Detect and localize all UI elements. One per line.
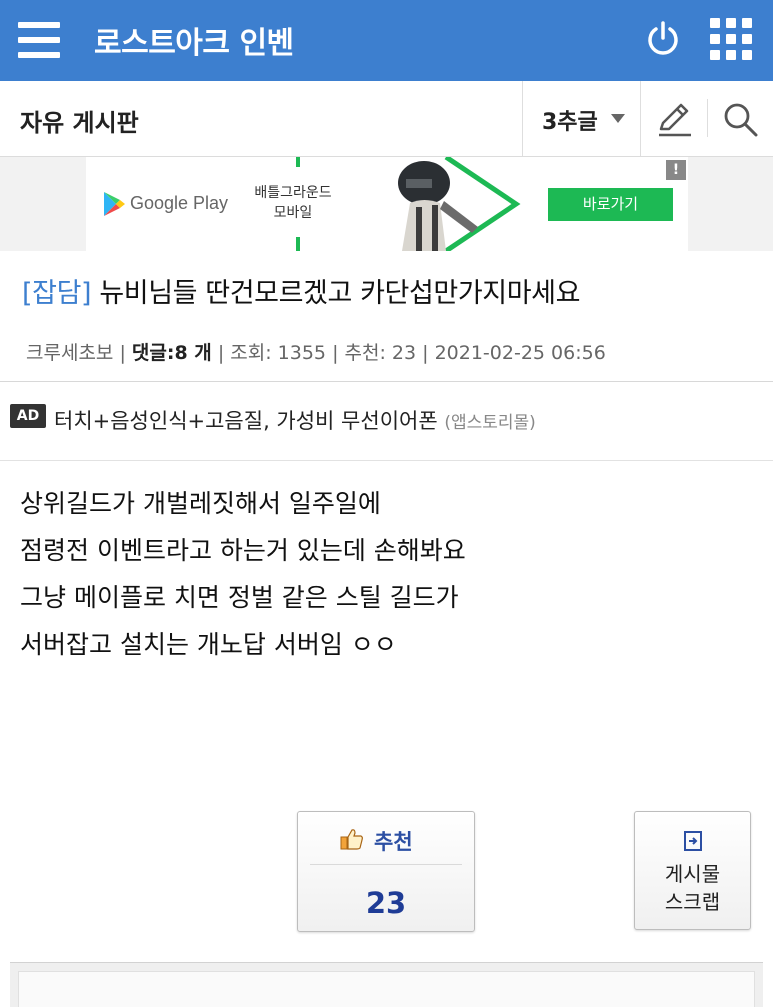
- pencil-icon[interactable]: [655, 99, 695, 139]
- app-header: 로스트아크 인벤: [0, 0, 773, 81]
- app-title[interactable]: 로스트아크 인벤: [94, 18, 294, 62]
- caret-down-icon: [611, 114, 625, 123]
- post-meta: 크루세초보 | 댓글:8 개 | 조회: 1355 | 추천: 23 | 202…: [26, 342, 606, 364]
- grid-apps-icon[interactable]: [710, 18, 752, 60]
- post-author[interactable]: 크루세초보: [26, 342, 113, 364]
- view-count: 조회: 1355: [230, 342, 327, 364]
- scrap-icon: [684, 831, 702, 851]
- board-bar: 자유 게시판 3추글: [0, 81, 773, 157]
- scrap-label: 게시물 스크랩: [635, 860, 750, 916]
- search-icon[interactable]: [720, 99, 760, 139]
- recommend-header: 추천: [298, 812, 474, 864]
- divider: [640, 81, 641, 156]
- post-datetime: 2021-02-25 06:56: [434, 342, 606, 364]
- banner-cta-button[interactable]: 바로가기: [548, 188, 673, 221]
- game-title: 배틀그라운드 모바일: [238, 183, 348, 223]
- post-body-line: 그냥 메이플로 치면 정벌 같은 스틸 길드가: [20, 583, 459, 612]
- post-body-line: 점령전 이벤트라고 하는거 있는데 손해봐요: [20, 536, 466, 565]
- sort-dropdown[interactable]: 3추글: [522, 81, 640, 156]
- scrap-label-line: 게시물: [664, 862, 721, 886]
- banner-ad[interactable]: Google Play 배틀그라운드 모바일 바로가기 !: [86, 157, 688, 251]
- sort-label: 3추글: [542, 110, 598, 135]
- text-ad[interactable]: AD 터치+음성인식+고음질, 가성비 무선이어폰 (앱스토리몰): [0, 382, 773, 460]
- recommend-count-meta: 추천: 23: [344, 342, 417, 364]
- power-icon[interactable]: [644, 20, 682, 58]
- recommend-count: 23: [365, 886, 407, 920]
- ad-label: AD: [10, 404, 46, 428]
- banner-ad-area: Google Play 배틀그라운드 모바일 바로가기 !: [0, 157, 773, 251]
- hamburger-menu-icon[interactable]: [18, 22, 60, 58]
- game-title-line: 모바일: [273, 205, 313, 221]
- google-play-icon: [104, 192, 125, 216]
- soldier-illustration: [398, 161, 478, 251]
- bottom-panel: [10, 962, 763, 1007]
- post-category-tag[interactable]: [잡담]: [22, 278, 92, 309]
- comments-label: 댓글:: [131, 342, 175, 364]
- ad-text: 터치+음성인식+고음질, 가성비 무선이어폰 (앱스토리몰): [54, 405, 536, 435]
- google-play-text: Google Play: [130, 193, 229, 213]
- scrap-label-line: 스크랩: [664, 890, 721, 914]
- scrap-button[interactable]: 게시물 스크랩: [634, 811, 751, 930]
- recommend-label: 추천: [374, 830, 413, 854]
- board-title[interactable]: 자유 게시판: [20, 103, 139, 138]
- comments-count[interactable]: 8 개: [174, 342, 211, 364]
- post-body-line: 서버잡고 설치는 개노답 서버임 ㅇㅇ: [20, 630, 397, 659]
- divider: [310, 864, 462, 865]
- ad-headline: 터치+음성인식+고음질, 가성비 무선이어폰: [54, 409, 438, 433]
- divider: [0, 460, 773, 461]
- post-title: [잡담] 뉴비님들 딴건모르겠고 카단섭만가지마세요: [22, 271, 580, 310]
- post-body: 상위길드가 개벌레짓해서 일주일에 점령전 이벤트라고 하는거 있는데 손해봐요…: [20, 480, 760, 668]
- ad-info-badge[interactable]: !: [666, 160, 686, 180]
- thumbs-up-icon: [340, 829, 363, 850]
- divider: [707, 99, 708, 137]
- bottom-panel-inner: [18, 971, 755, 1007]
- post-title-text: 뉴비님들 딴건모르겠고 카단섭만가지마세요: [91, 278, 581, 309]
- ad-source: (앱스토리몰): [444, 413, 536, 433]
- game-title-line: 배틀그라운드: [254, 185, 332, 201]
- post-body-line: 상위길드가 개벌레짓해서 일주일에: [20, 489, 381, 518]
- recommend-button[interactable]: 추천 23: [297, 811, 475, 932]
